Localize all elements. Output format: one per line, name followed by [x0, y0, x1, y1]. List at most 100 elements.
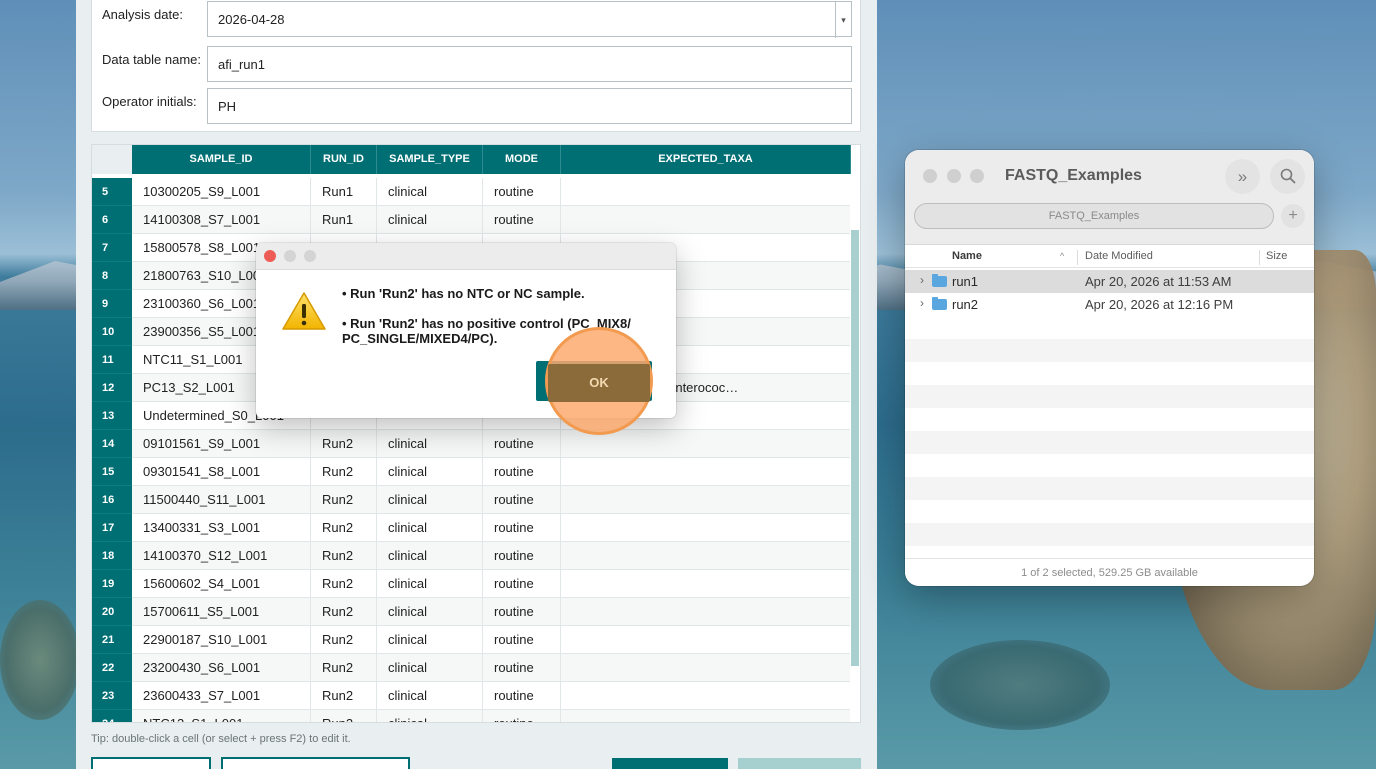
- cell-sample-type[interactable]: clinical: [377, 430, 483, 458]
- cell-expected-taxa[interactable]: [561, 682, 851, 710]
- cell-run-id[interactable]: Run2: [311, 682, 377, 710]
- column-header-mode[interactable]: MODE: [483, 145, 561, 174]
- cell-expected-taxa[interactable]: [561, 206, 851, 234]
- zoom-button[interactable]: [970, 169, 984, 183]
- cell-sample-id[interactable]: 14100308_S7_L001: [132, 206, 311, 234]
- cell-sample-type[interactable]: clinical: [377, 598, 483, 626]
- cell-sample-type[interactable]: clinical: [377, 570, 483, 598]
- cell-sample-type[interactable]: clinical: [377, 458, 483, 486]
- disclosure-chevron-icon[interactable]: ›: [920, 273, 924, 287]
- table-row[interactable]: 17 13400331_S3_L001 Run2 clinical routine: [92, 514, 852, 542]
- cell-expected-taxa[interactable]: [561, 542, 851, 570]
- column-size[interactable]: Size: [1266, 250, 1287, 262]
- disclosure-chevron-icon[interactable]: ›: [920, 296, 924, 310]
- cell-sample-id[interactable]: 09101561_S9_L001: [132, 430, 311, 458]
- table-row[interactable]: 23 23600433_S7_L001 Run2 clinical routine: [92, 682, 852, 710]
- cell-run-id[interactable]: Run2: [311, 430, 377, 458]
- cell-run-id[interactable]: Run2: [311, 486, 377, 514]
- column-date-modified[interactable]: Date Modified: [1085, 250, 1153, 262]
- column-header-run-id[interactable]: RUN_ID: [311, 145, 377, 174]
- cell-sample-type[interactable]: clinical: [377, 710, 483, 722]
- cell-sample-type[interactable]: clinical: [377, 682, 483, 710]
- cell-sample-type[interactable]: clinical: [377, 206, 483, 234]
- cell-mode[interactable]: routine: [483, 458, 561, 486]
- column-header-expected-taxa[interactable]: EXPECTED_TAXA: [561, 145, 851, 174]
- cell-mode[interactable]: routine: [483, 598, 561, 626]
- cell-expected-taxa[interactable]: [561, 178, 851, 206]
- search-icon[interactable]: [1270, 159, 1305, 194]
- cell-run-id[interactable]: Run2: [311, 542, 377, 570]
- cell-expected-taxa[interactable]: [561, 626, 851, 654]
- table-row[interactable]: 16 11500440_S11_L001 Run2 clinical routine: [92, 486, 852, 514]
- close-button[interactable]: [264, 250, 276, 262]
- table-row[interactable]: 20 15700611_S5_L001 Run2 clinical routine: [92, 598, 852, 626]
- cell-sample-id[interactable]: 23600433_S7_L001: [132, 682, 311, 710]
- cell-expected-taxa[interactable]: [561, 486, 851, 514]
- cell-mode[interactable]: routine: [483, 430, 561, 458]
- cell-mode[interactable]: routine: [483, 514, 561, 542]
- table-row[interactable]: 5 10300205_S9_L001 Run1 clinical routine: [92, 178, 852, 206]
- ok-button[interactable]: OK: [548, 364, 650, 402]
- cell-run-id[interactable]: Run2: [311, 710, 377, 722]
- cell-mode[interactable]: routine: [483, 626, 561, 654]
- finder-row-run2[interactable]: › run2 Apr 20, 2026 at 12:16 PM: [905, 293, 1314, 316]
- cell-mode[interactable]: routine: [483, 206, 561, 234]
- primary-button[interactable]: [612, 758, 728, 769]
- cell-mode[interactable]: routine: [483, 486, 561, 514]
- cell-expected-taxa[interactable]: [561, 598, 851, 626]
- cell-run-id[interactable]: Run2: [311, 626, 377, 654]
- table-row[interactable]: 22 23200430_S6_L001 Run2 clinical routine: [92, 654, 852, 682]
- cell-mode[interactable]: routine: [483, 710, 561, 722]
- secondary-button[interactable]: [91, 757, 211, 769]
- cell-run-id[interactable]: Run1: [311, 206, 377, 234]
- cell-sample-id[interactable]: 15600602_S4_L001: [132, 570, 311, 598]
- table-scrollbar[interactable]: [850, 174, 860, 722]
- cell-sample-type[interactable]: clinical: [377, 486, 483, 514]
- table-row[interactable]: 14 09101561_S9_L001 Run2 clinical routine: [92, 430, 852, 458]
- cell-sample-type[interactable]: clinical: [377, 514, 483, 542]
- cell-sample-id[interactable]: 11500440_S11_L001: [132, 486, 311, 514]
- cell-sample-id[interactable]: 09301541_S8_L001: [132, 458, 311, 486]
- finder-row-run1[interactable]: › run1 Apr 20, 2026 at 11:53 AM: [905, 270, 1314, 293]
- cell-expected-taxa[interactable]: [561, 514, 851, 542]
- cell-sample-id[interactable]: 14100370_S12_L001: [132, 542, 311, 570]
- cell-mode[interactable]: routine: [483, 682, 561, 710]
- cell-sample-id[interactable]: NTC12_S1_L001: [132, 710, 311, 722]
- cell-sample-id[interactable]: 23200430_S6_L001: [132, 654, 311, 682]
- cell-expected-taxa[interactable]: [561, 570, 851, 598]
- table-row[interactable]: 21 22900187_S10_L001 Run2 clinical routine: [92, 626, 852, 654]
- cell-sample-type[interactable]: clinical: [377, 654, 483, 682]
- minimize-button[interactable]: [947, 169, 961, 183]
- cell-sample-id[interactable]: 10300205_S9_L001: [132, 178, 311, 206]
- cell-run-id[interactable]: Run2: [311, 514, 377, 542]
- scrollbar-thumb[interactable]: [851, 230, 859, 666]
- dropdown-arrow-icon[interactable]: ▾: [835, 2, 851, 38]
- cell-expected-taxa[interactable]: [561, 654, 851, 682]
- column-name[interactable]: Name: [952, 250, 982, 262]
- chevron-double-right-icon[interactable]: »: [1225, 159, 1260, 194]
- cell-run-id[interactable]: Run2: [311, 598, 377, 626]
- cell-sample-id[interactable]: 13400331_S3_L001: [132, 514, 311, 542]
- cell-sample-id[interactable]: 15700611_S5_L001: [132, 598, 311, 626]
- data-table-name-input[interactable]: afi_run1: [207, 46, 852, 82]
- table-row[interactable]: 19 15600602_S4_L001 Run2 clinical routine: [92, 570, 852, 598]
- cell-mode[interactable]: routine: [483, 542, 561, 570]
- cell-expected-taxa[interactable]: [561, 458, 851, 486]
- path-bar[interactable]: FASTQ_Examples: [914, 203, 1274, 229]
- plus-icon[interactable]: +: [1281, 204, 1305, 228]
- cell-mode[interactable]: routine: [483, 654, 561, 682]
- table-row[interactable]: 24NTC12_S1_L001Run2clinicalroutine: [92, 710, 852, 722]
- cell-mode[interactable]: routine: [483, 178, 561, 206]
- cell-run-id[interactable]: Run2: [311, 570, 377, 598]
- table-row[interactable]: 15 09301541_S8_L001 Run2 clinical routine: [92, 458, 852, 486]
- close-button[interactable]: [923, 169, 937, 183]
- secondary-button[interactable]: [221, 757, 410, 769]
- table-row[interactable]: 6 14100308_S7_L001 Run1 clinical routine: [92, 206, 852, 234]
- column-header-sample-id[interactable]: SAMPLE_ID: [132, 145, 311, 174]
- cell-run-id[interactable]: Run2: [311, 458, 377, 486]
- cell-run-id[interactable]: Run2: [311, 654, 377, 682]
- analysis-date-select[interactable]: 2026-04-28 ▾: [207, 1, 852, 38]
- cell-sample-type[interactable]: clinical: [377, 626, 483, 654]
- column-header-sample-type[interactable]: SAMPLE_TYPE: [377, 145, 483, 174]
- cell-mode[interactable]: routine: [483, 570, 561, 598]
